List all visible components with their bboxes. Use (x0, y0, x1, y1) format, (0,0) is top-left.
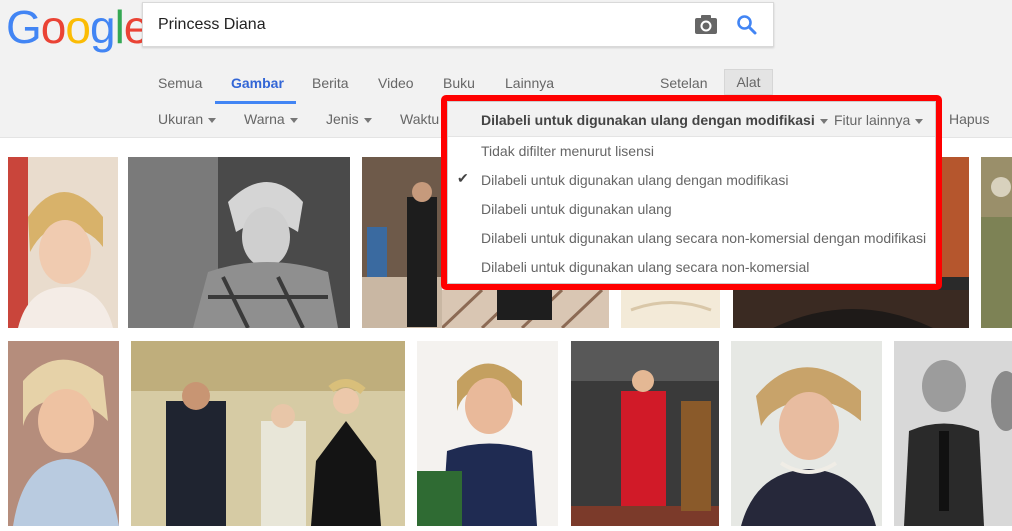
camera-icon[interactable] (694, 14, 718, 36)
caret-down-icon (289, 117, 298, 123)
image-result[interactable] (417, 341, 558, 526)
image-result[interactable] (8, 341, 119, 526)
filter-ukuran[interactable]: Ukuran (158, 111, 217, 127)
image-result[interactable] (894, 341, 1012, 526)
image-result[interactable] (981, 157, 1012, 328)
logo-letter: G (6, 1, 42, 53)
tab-gambar[interactable]: Gambar (231, 75, 284, 91)
tab-semua[interactable]: Semua (158, 75, 202, 91)
search-input[interactable] (158, 15, 658, 35)
filter-warna[interactable]: Warna (244, 111, 298, 127)
active-tab-indicator (215, 101, 296, 104)
logo-letter: g (89, 1, 116, 53)
filter-jenis[interactable]: Jenis (326, 111, 372, 127)
image-result[interactable] (731, 341, 882, 526)
filter-waktu[interactable]: Waktu (400, 111, 439, 127)
caret-down-icon (363, 117, 372, 123)
caret-down-icon (208, 117, 217, 123)
hapus-link[interactable]: Hapus (949, 111, 989, 127)
logo-letter: l (114, 1, 125, 53)
image-result[interactable] (571, 341, 719, 526)
image-result[interactable] (442, 290, 609, 328)
red-highlight-box (441, 95, 942, 290)
image-result[interactable] (8, 157, 118, 328)
image-result[interactable] (621, 290, 720, 328)
setelan-link[interactable]: Setelan (660, 75, 707, 91)
search-box (142, 2, 774, 47)
tab-buku[interactable]: Buku (443, 75, 475, 91)
tab-berita[interactable]: Berita (312, 75, 349, 91)
filter-ukuran-label: Ukuran (158, 111, 204, 127)
logo-letter: o (40, 1, 67, 53)
tab-lainnya[interactable]: Lainnya (505, 75, 554, 91)
filter-warna-label: Warna (244, 111, 285, 127)
google-logo[interactable]: Google (6, 0, 149, 54)
image-result[interactable] (128, 157, 350, 328)
image-result[interactable] (131, 341, 405, 526)
image-result[interactable] (733, 290, 969, 328)
alat-button[interactable]: Alat (724, 69, 773, 95)
filter-jenis-label: Jenis (326, 111, 359, 127)
image-result[interactable] (362, 157, 442, 328)
tab-video[interactable]: Video (378, 75, 414, 91)
logo-letter: o (65, 1, 91, 53)
search-icon[interactable] (736, 14, 758, 36)
